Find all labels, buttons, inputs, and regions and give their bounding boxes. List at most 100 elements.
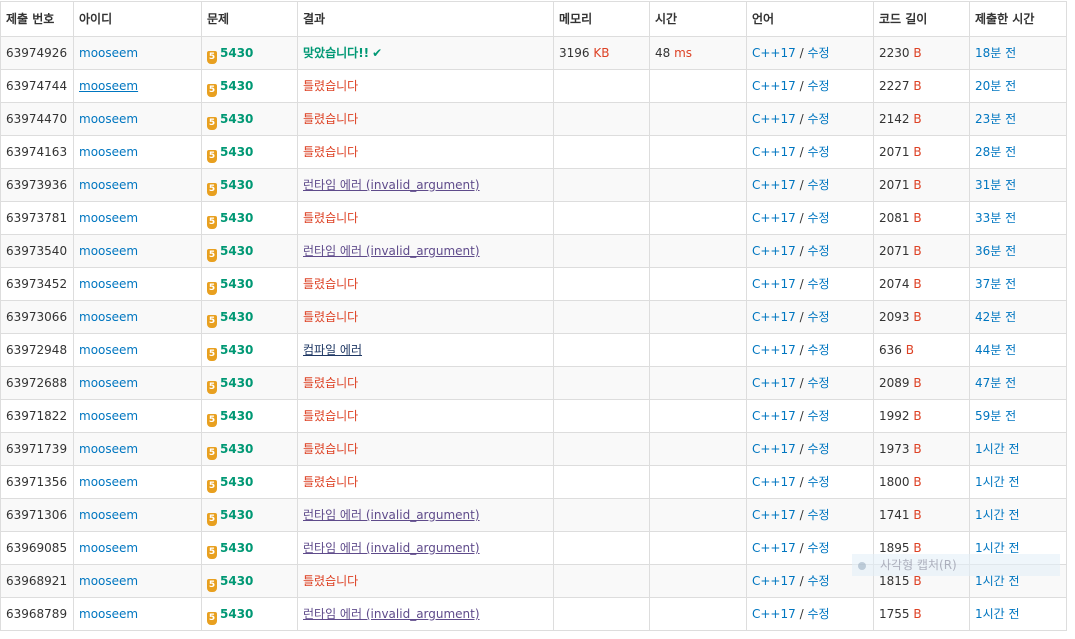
problem-link[interactable]: 5430 (220, 541, 253, 555)
edit-link[interactable]: 수정 (807, 145, 829, 159)
user-link[interactable]: mooseem (79, 376, 138, 390)
submitted-time-link[interactable]: 1시간 전 (975, 541, 1020, 555)
result-runtime-error-link[interactable]: 런타임 에러 (invalid_argument) (303, 541, 480, 555)
submitted-time-link[interactable]: 23분 전 (975, 112, 1016, 126)
user-link[interactable]: mooseem (79, 211, 138, 225)
user-link[interactable]: mooseem (79, 310, 138, 324)
language-link[interactable]: C++17 (752, 178, 796, 192)
user-link[interactable]: mooseem (79, 574, 138, 588)
user-link[interactable]: mooseem (79, 343, 138, 357)
problem-link[interactable]: 5430 (220, 178, 253, 192)
language-link[interactable]: C++17 (752, 475, 796, 489)
problem-link[interactable]: 5430 (220, 607, 253, 621)
problem-link[interactable]: 5430 (220, 409, 253, 423)
user-link[interactable]: mooseem (79, 508, 138, 522)
edit-link[interactable]: 수정 (807, 277, 829, 291)
user-link[interactable]: mooseem (79, 79, 138, 93)
problem-link[interactable]: 5430 (220, 574, 253, 588)
user-link[interactable]: mooseem (79, 145, 138, 159)
edit-link[interactable]: 수정 (807, 310, 829, 324)
edit-link[interactable]: 수정 (807, 46, 829, 60)
problem-link[interactable]: 5430 (220, 442, 253, 456)
submitted-time-link[interactable]: 44분 전 (975, 343, 1016, 357)
edit-link[interactable]: 수정 (807, 112, 829, 126)
user-link[interactable]: mooseem (79, 409, 138, 423)
result-runtime-error-link[interactable]: 런타임 에러 (invalid_argument) (303, 178, 480, 192)
language-link[interactable]: C++17 (752, 112, 796, 126)
submission-rows: 63974926 mooseem 5 5430 맞았습니다!! ✔ 3196 KB 48 ms… (0, 36, 1067, 631)
language-link[interactable]: C++17 (752, 46, 796, 60)
edit-link[interactable]: 수정 (807, 475, 829, 489)
user-link[interactable]: mooseem (79, 442, 138, 456)
problem-link[interactable]: 5430 (220, 46, 253, 60)
problem-link[interactable]: 5430 (220, 310, 253, 324)
user-link[interactable]: mooseem (79, 277, 138, 291)
submitted-time-link[interactable]: 47분 전 (975, 376, 1016, 390)
submitted-time-link[interactable]: 1시간 전 (975, 607, 1020, 621)
user-link[interactable]: mooseem (79, 541, 138, 555)
edit-link[interactable]: 수정 (807, 574, 829, 588)
problem-link[interactable]: 5430 (220, 277, 253, 291)
memory-cell (553, 102, 650, 136)
edit-link[interactable]: 수정 (807, 508, 829, 522)
problem-link[interactable]: 5430 (220, 475, 253, 489)
user-link[interactable]: mooseem (79, 178, 138, 192)
language-link[interactable]: C++17 (752, 79, 796, 93)
submitted-time-link[interactable]: 1시간 전 (975, 442, 1020, 456)
submitted-time-link[interactable]: 1시간 전 (975, 475, 1020, 489)
language-link[interactable]: C++17 (752, 574, 796, 588)
language-link[interactable]: C++17 (752, 211, 796, 225)
problem-link[interactable]: 5430 (220, 508, 253, 522)
submitted-time-link[interactable]: 18분 전 (975, 46, 1016, 60)
user-link[interactable]: mooseem (79, 607, 138, 621)
submitted-time-link[interactable]: 31분 전 (975, 178, 1016, 192)
language-link[interactable]: C++17 (752, 442, 796, 456)
problem-link[interactable]: 5430 (220, 79, 253, 93)
problem-link[interactable]: 5430 (220, 376, 253, 390)
result-runtime-error-link[interactable]: 런타임 에러 (invalid_argument) (303, 607, 480, 621)
language-link[interactable]: C++17 (752, 376, 796, 390)
edit-link[interactable]: 수정 (807, 442, 829, 456)
submitted-time-link[interactable]: 59분 전 (975, 409, 1016, 423)
language-link[interactable]: C++17 (752, 244, 796, 258)
problem-link[interactable]: 5430 (220, 343, 253, 357)
result-runtime-error-link[interactable]: 런타임 에러 (invalid_argument) (303, 244, 480, 258)
language-link[interactable]: C++17 (752, 409, 796, 423)
problem-link[interactable]: 5430 (220, 112, 253, 126)
code-length-unit: B (913, 79, 922, 93)
user-link[interactable]: mooseem (79, 244, 138, 258)
result-runtime-error-link[interactable]: 런타임 에러 (invalid_argument) (303, 508, 480, 522)
language-link[interactable]: C++17 (752, 508, 796, 522)
submitted-time-link[interactable]: 37분 전 (975, 277, 1016, 291)
submitted-time-link[interactable]: 36분 전 (975, 244, 1016, 258)
language-link[interactable]: C++17 (752, 541, 796, 555)
submitted-time-link[interactable]: 28분 전 (975, 145, 1016, 159)
edit-link[interactable]: 수정 (807, 607, 829, 621)
user-link[interactable]: mooseem (79, 112, 138, 126)
edit-link[interactable]: 수정 (807, 376, 829, 390)
edit-link[interactable]: 수정 (807, 343, 829, 357)
problem-link[interactable]: 5430 (220, 211, 253, 225)
edit-link[interactable]: 수정 (807, 409, 829, 423)
language-link[interactable]: C++17 (752, 310, 796, 324)
edit-link[interactable]: 수정 (807, 541, 829, 555)
language-link[interactable]: C++17 (752, 343, 796, 357)
edit-link[interactable]: 수정 (807, 244, 829, 258)
edit-link[interactable]: 수정 (807, 79, 829, 93)
user-link[interactable]: mooseem (79, 46, 138, 60)
language-link[interactable]: C++17 (752, 277, 796, 291)
problem-link[interactable]: 5430 (220, 244, 253, 258)
result-wrong-answer: 틀렸습니다 (303, 376, 359, 390)
edit-link[interactable]: 수정 (807, 178, 829, 192)
submitted-time-link[interactable]: 1시간 전 (975, 508, 1020, 522)
language-link[interactable]: C++17 (752, 145, 796, 159)
submitted-time-link[interactable]: 33분 전 (975, 211, 1016, 225)
result-compile-error-link[interactable]: 컴파일 에러 (303, 343, 362, 357)
submitted-time-link[interactable]: 42분 전 (975, 310, 1016, 324)
language-link[interactable]: C++17 (752, 607, 796, 621)
edit-link[interactable]: 수정 (807, 211, 829, 225)
submitted-time-link[interactable]: 1시간 전 (975, 574, 1020, 588)
problem-link[interactable]: 5430 (220, 145, 253, 159)
user-link[interactable]: mooseem (79, 475, 138, 489)
submitted-time-link[interactable]: 20분 전 (975, 79, 1016, 93)
